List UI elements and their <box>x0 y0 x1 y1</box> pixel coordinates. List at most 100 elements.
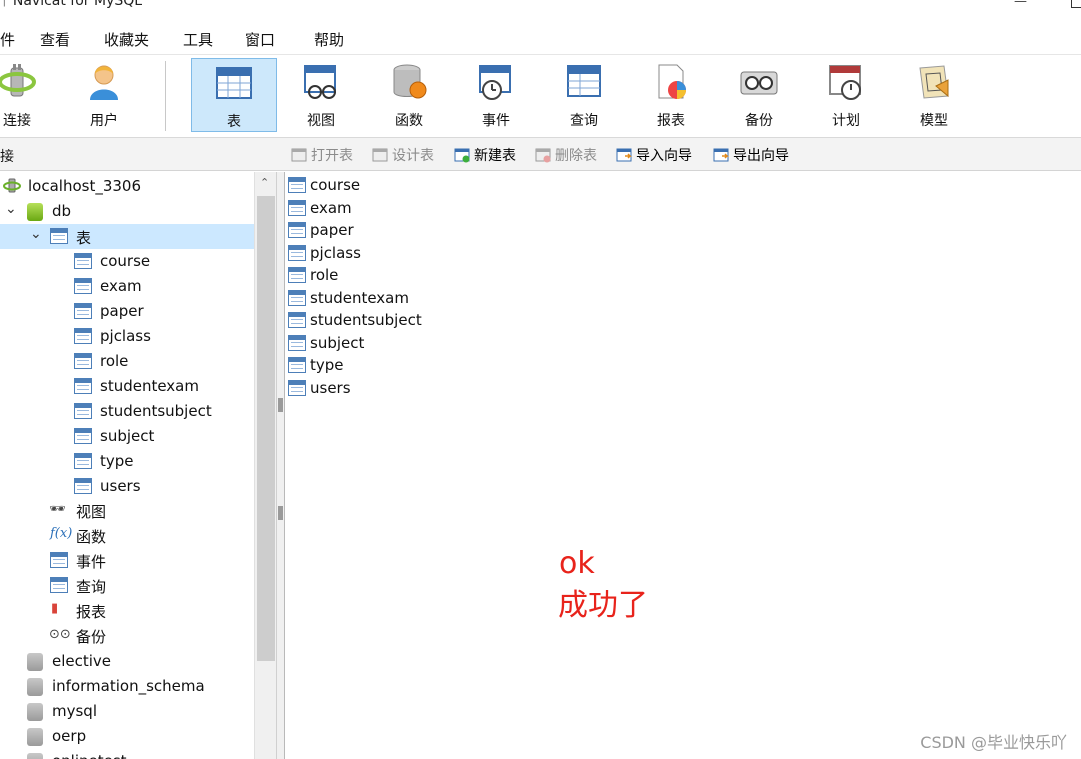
function-icon: f(x) <box>50 526 73 541</box>
toolbar-user-button[interactable]: 用户 <box>61 58 147 132</box>
chevron-down-icon[interactable]: ⌄ <box>30 226 42 242</box>
tree-database-item[interactable]: onlinetest <box>0 749 254 759</box>
tree-object-label: 查询 <box>76 578 107 596</box>
scrollbar-thumb[interactable] <box>257 196 275 661</box>
tree-table-label: paper <box>100 302 144 320</box>
toolbar-report-button[interactable]: 报表 <box>628 58 714 132</box>
tree-database-label: db <box>52 202 72 220</box>
tree-reports[interactable]: ▮ 报表 <box>0 598 254 623</box>
table-icon <box>74 478 92 494</box>
scroll-up-icon[interactable]: ⌃ <box>260 176 269 189</box>
toolbar-function-button[interactable]: 函数 <box>366 58 452 132</box>
tree-database-item[interactable]: elective <box>0 649 254 674</box>
tree-table-item[interactable]: exam <box>0 274 254 299</box>
delete-table-button[interactable]: 删除表 <box>535 145 597 165</box>
main-toolbar: 连接 用户 表 视图 函数 事件 查询 报表 备份 计划 模型 <box>0 55 1081 138</box>
table-icon <box>288 222 306 238</box>
tree-connection-label: localhost_3306 <box>28 177 142 195</box>
tree-backups[interactable]: ⊙⊙ 备份 <box>0 623 254 648</box>
tree-table-item[interactable]: type <box>0 449 254 474</box>
export-icon <box>713 148 729 162</box>
backup-icon <box>740 71 778 95</box>
table-icon <box>74 253 92 269</box>
tree-table-item[interactable]: pjclass <box>0 324 254 349</box>
database-icon <box>27 753 43 759</box>
list-item-label: studentsubject <box>310 311 422 329</box>
query-icon <box>50 577 68 593</box>
event-icon <box>479 65 511 100</box>
toolbar-model-button[interactable]: 模型 <box>891 58 977 132</box>
tree-database-db[interactable]: ⌄ db <box>0 199 254 224</box>
tree-table-item[interactable]: studentsubject <box>0 399 254 424</box>
toolbar-label: 函数 <box>395 113 423 129</box>
menu-favorites[interactable]: 收藏夹 <box>104 29 149 50</box>
tree-scrollbar[interactable]: ⌃ <box>254 172 276 759</box>
open-table-button[interactable]: 打开表 <box>291 145 353 165</box>
tree-database-item[interactable]: mysql <box>0 699 254 724</box>
export-wizard-button[interactable]: 导出向导 <box>713 145 789 165</box>
export-wizard-label: 导出向导 <box>733 148 789 164</box>
schedule-icon <box>829 65 861 100</box>
report-icon <box>658 64 686 99</box>
import-wizard-button[interactable]: 导入向导 <box>616 145 692 165</box>
tree-table-label: pjclass <box>100 327 151 345</box>
database-icon <box>27 728 43 746</box>
menu-window[interactable]: 窗口 <box>245 29 275 50</box>
annotation-success: 成功了 <box>558 588 648 623</box>
tree-events[interactable]: 事件 <box>0 548 254 573</box>
delete-table-icon <box>535 148 551 163</box>
tree-table-item[interactable]: role <box>0 349 254 374</box>
table-icon <box>74 328 92 344</box>
menu-tools[interactable]: 工具 <box>183 29 213 50</box>
tree-functions[interactable]: f(x) 函数 <box>0 523 254 548</box>
table-icon <box>288 177 306 193</box>
pane-splitter[interactable] <box>276 172 285 759</box>
toolbar-connection-button[interactable]: 连接 <box>0 58 60 132</box>
tree-database-item[interactable]: information_schema <box>0 674 254 699</box>
toolbar-table-button[interactable]: 表 <box>191 58 277 132</box>
toolbar-label: 用户 <box>90 113 118 129</box>
table-list: course exam paper pjclass role studentex… <box>286 172 1081 759</box>
new-table-button[interactable]: 新建表 <box>454 145 516 165</box>
tree-table-item[interactable]: users <box>0 474 254 499</box>
list-item-label: pjclass <box>310 244 361 262</box>
toolbar-schedule-button[interactable]: 计划 <box>803 58 889 132</box>
list-item-label: studentexam <box>310 289 409 307</box>
open-table-icon <box>291 148 307 162</box>
tree-database-label: elective <box>52 652 112 670</box>
list-item-label: role <box>310 266 339 284</box>
tree-database-item[interactable]: oerp <box>0 724 254 749</box>
import-wizard-label: 导入向导 <box>636 148 692 164</box>
chevron-down-icon[interactable]: ⌄ <box>5 201 17 217</box>
menu-help[interactable]: 帮助 <box>314 29 344 50</box>
tree-views[interactable]: 🕶 视图 <box>0 498 254 523</box>
menu-file[interactable]: 件 <box>0 29 15 50</box>
toolbar-query-button[interactable]: 查询 <box>541 58 627 132</box>
menu-view[interactable]: 查看 <box>40 29 70 50</box>
model-icon <box>919 65 949 99</box>
tree-database-label: onlinetest <box>52 752 127 759</box>
minimize-icon[interactable]: — <box>1014 0 1027 9</box>
database-icon <box>27 703 43 721</box>
title-bar: ᛘ Navicat for MySQL — <box>0 0 1081 22</box>
tree-table-item[interactable]: paper <box>0 299 254 324</box>
design-table-button[interactable]: 设计表 <box>372 145 434 165</box>
connection-pane-header: 接 <box>0 149 14 165</box>
table-icon <box>288 267 306 283</box>
tree-connection[interactable]: localhost_3306 <box>0 174 254 199</box>
toolbar-event-button[interactable]: 事件 <box>453 58 539 132</box>
toolbar-backup-button[interactable]: 备份 <box>716 58 802 132</box>
toolbar-label: 视图 <box>307 113 335 129</box>
tree-queries[interactable]: 查询 <box>0 573 254 598</box>
table-icon <box>74 403 92 419</box>
tree-table-item[interactable]: studentexam <box>0 374 254 399</box>
splitter-grip[interactable] <box>278 506 283 520</box>
tree-table-item[interactable]: subject <box>0 424 254 449</box>
splitter-grip[interactable] <box>278 398 283 412</box>
tree-object-label: 视图 <box>76 503 107 521</box>
tree-table-item[interactable]: course <box>0 249 254 274</box>
toolbar-view-button[interactable]: 视图 <box>278 58 364 132</box>
tree-tables-group[interactable]: ⌄ 表 <box>0 224 254 249</box>
maximize-icon[interactable] <box>1071 0 1081 8</box>
toolbar-label: 表 <box>227 114 241 130</box>
